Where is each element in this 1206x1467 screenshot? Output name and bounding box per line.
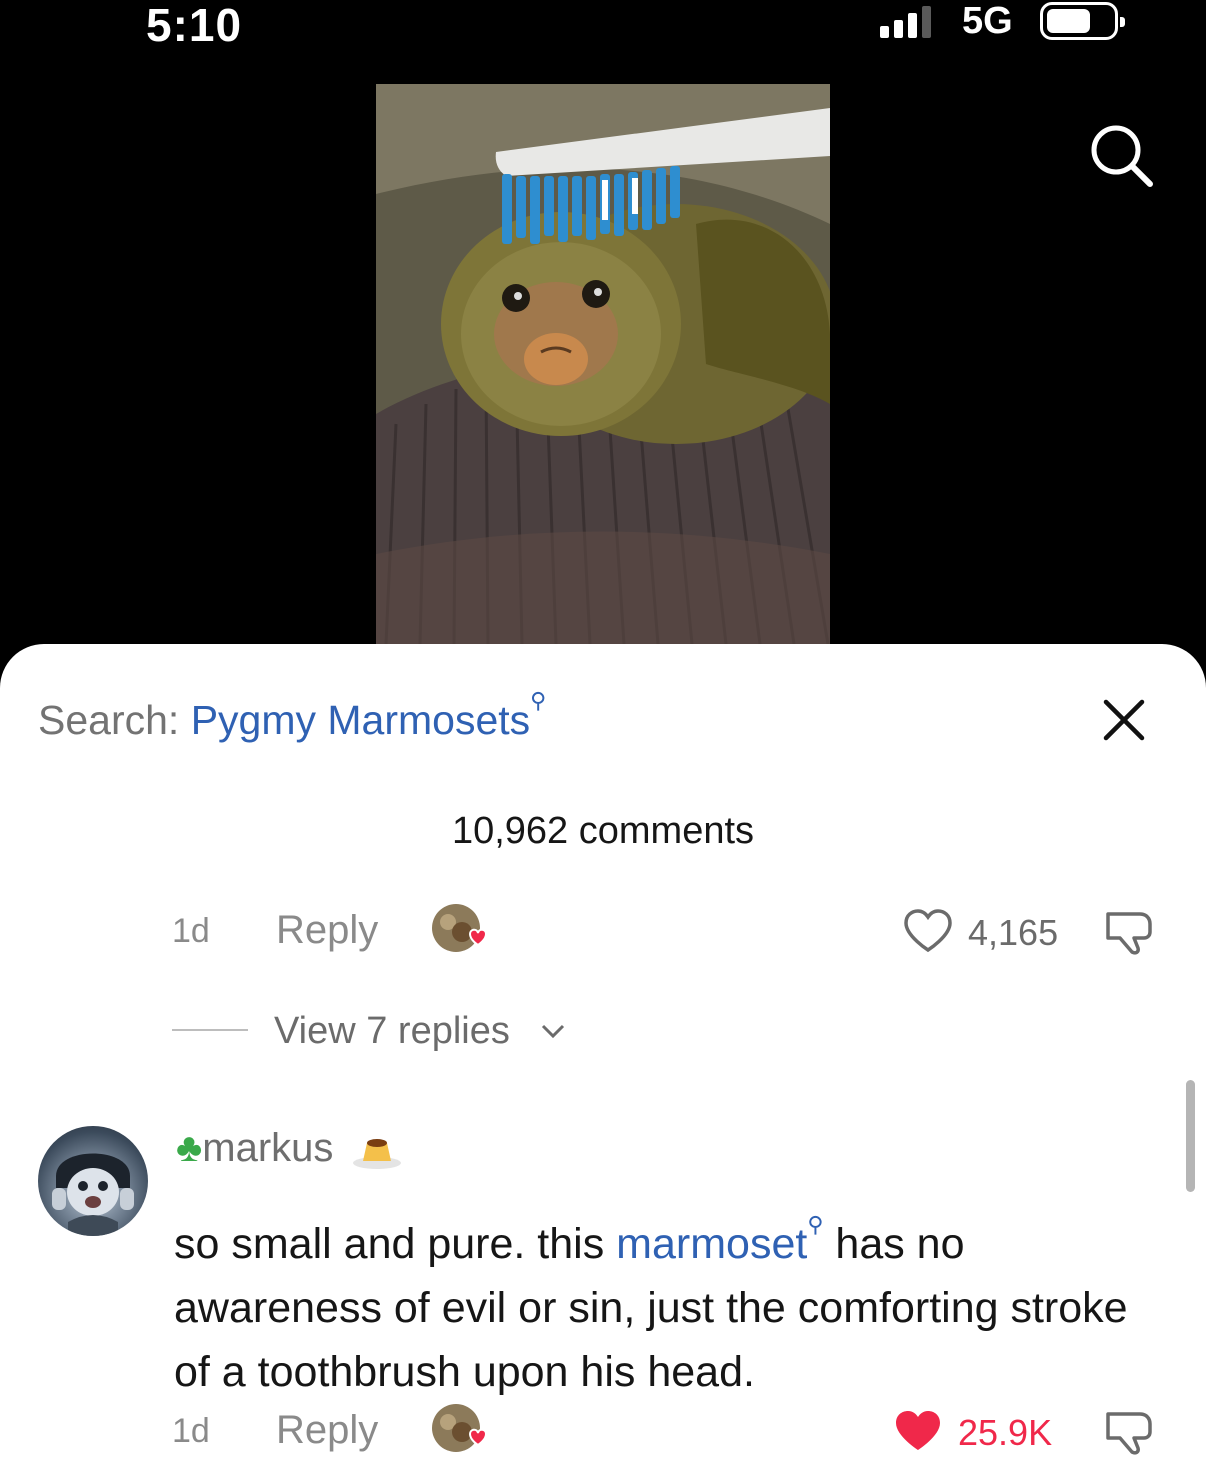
comment-actions: 1d Reply 25.9K [0, 1402, 1206, 1462]
scrollbar[interactable] [1186, 1080, 1195, 1192]
avatar-image [52, 1153, 134, 1236]
search-suggestion[interactable]: Search: Pygmy Marmosets⚲ [38, 688, 546, 744]
comment-text-start: so small and pure. this [174, 1220, 617, 1268]
signal-icon [880, 6, 942, 38]
search-icon[interactable] [1086, 120, 1156, 190]
comment-body: so small and pure. this marmoset⚲ has no… [174, 1193, 1164, 1404]
search-prefix: Search: [38, 697, 191, 743]
thumbs-down-icon[interactable] [1104, 906, 1158, 956]
chevron-down-icon[interactable] [540, 1022, 566, 1040]
creator-liked-avatar [432, 1404, 488, 1452]
thumbs-down-icon[interactable] [1104, 1406, 1158, 1456]
search-icon: ⚲ [530, 688, 547, 713]
avatar[interactable] [38, 1126, 148, 1236]
like-count: 4,165 [968, 912, 1059, 953]
video-player[interactable] [376, 84, 830, 644]
search-term[interactable]: Pygmy Marmosets [191, 697, 530, 743]
comment-username[interactable]: ♣markus [176, 1126, 403, 1171]
comment-time: 1d [172, 1412, 210, 1450]
comment-count: 10,962 comments [451, 810, 755, 852]
close-icon[interactable] [1102, 698, 1146, 742]
username[interactable]: markus [202, 1126, 333, 1170]
view-replies-button[interactable]: View 7 replies [274, 1010, 510, 1053]
heart-icon[interactable] [892, 1408, 944, 1454]
comment-search-link[interactable]: marmoset [616, 1220, 807, 1268]
like-count: 25.9K [958, 1412, 1053, 1453]
search-icon: ⚲ [807, 1212, 824, 1237]
marmoset-image [376, 84, 830, 644]
status-time: 5:10 [146, 0, 243, 51]
reply-button[interactable]: Reply [276, 908, 378, 953]
comment-time: 1d [172, 912, 210, 950]
custard-pudding-icon [352, 1139, 401, 1169]
reply-button[interactable]: Reply [276, 1408, 378, 1453]
comment-actions: 1d Reply 4,165 [0, 902, 1206, 962]
heart-icon[interactable] [902, 908, 954, 954]
network-label: 5G [962, 0, 1013, 42]
four-leaf-clover-icon: ♣ [176, 1126, 203, 1170]
creator-liked-avatar [432, 904, 488, 952]
replies-divider [172, 1029, 248, 1031]
battery-icon [1040, 2, 1125, 40]
